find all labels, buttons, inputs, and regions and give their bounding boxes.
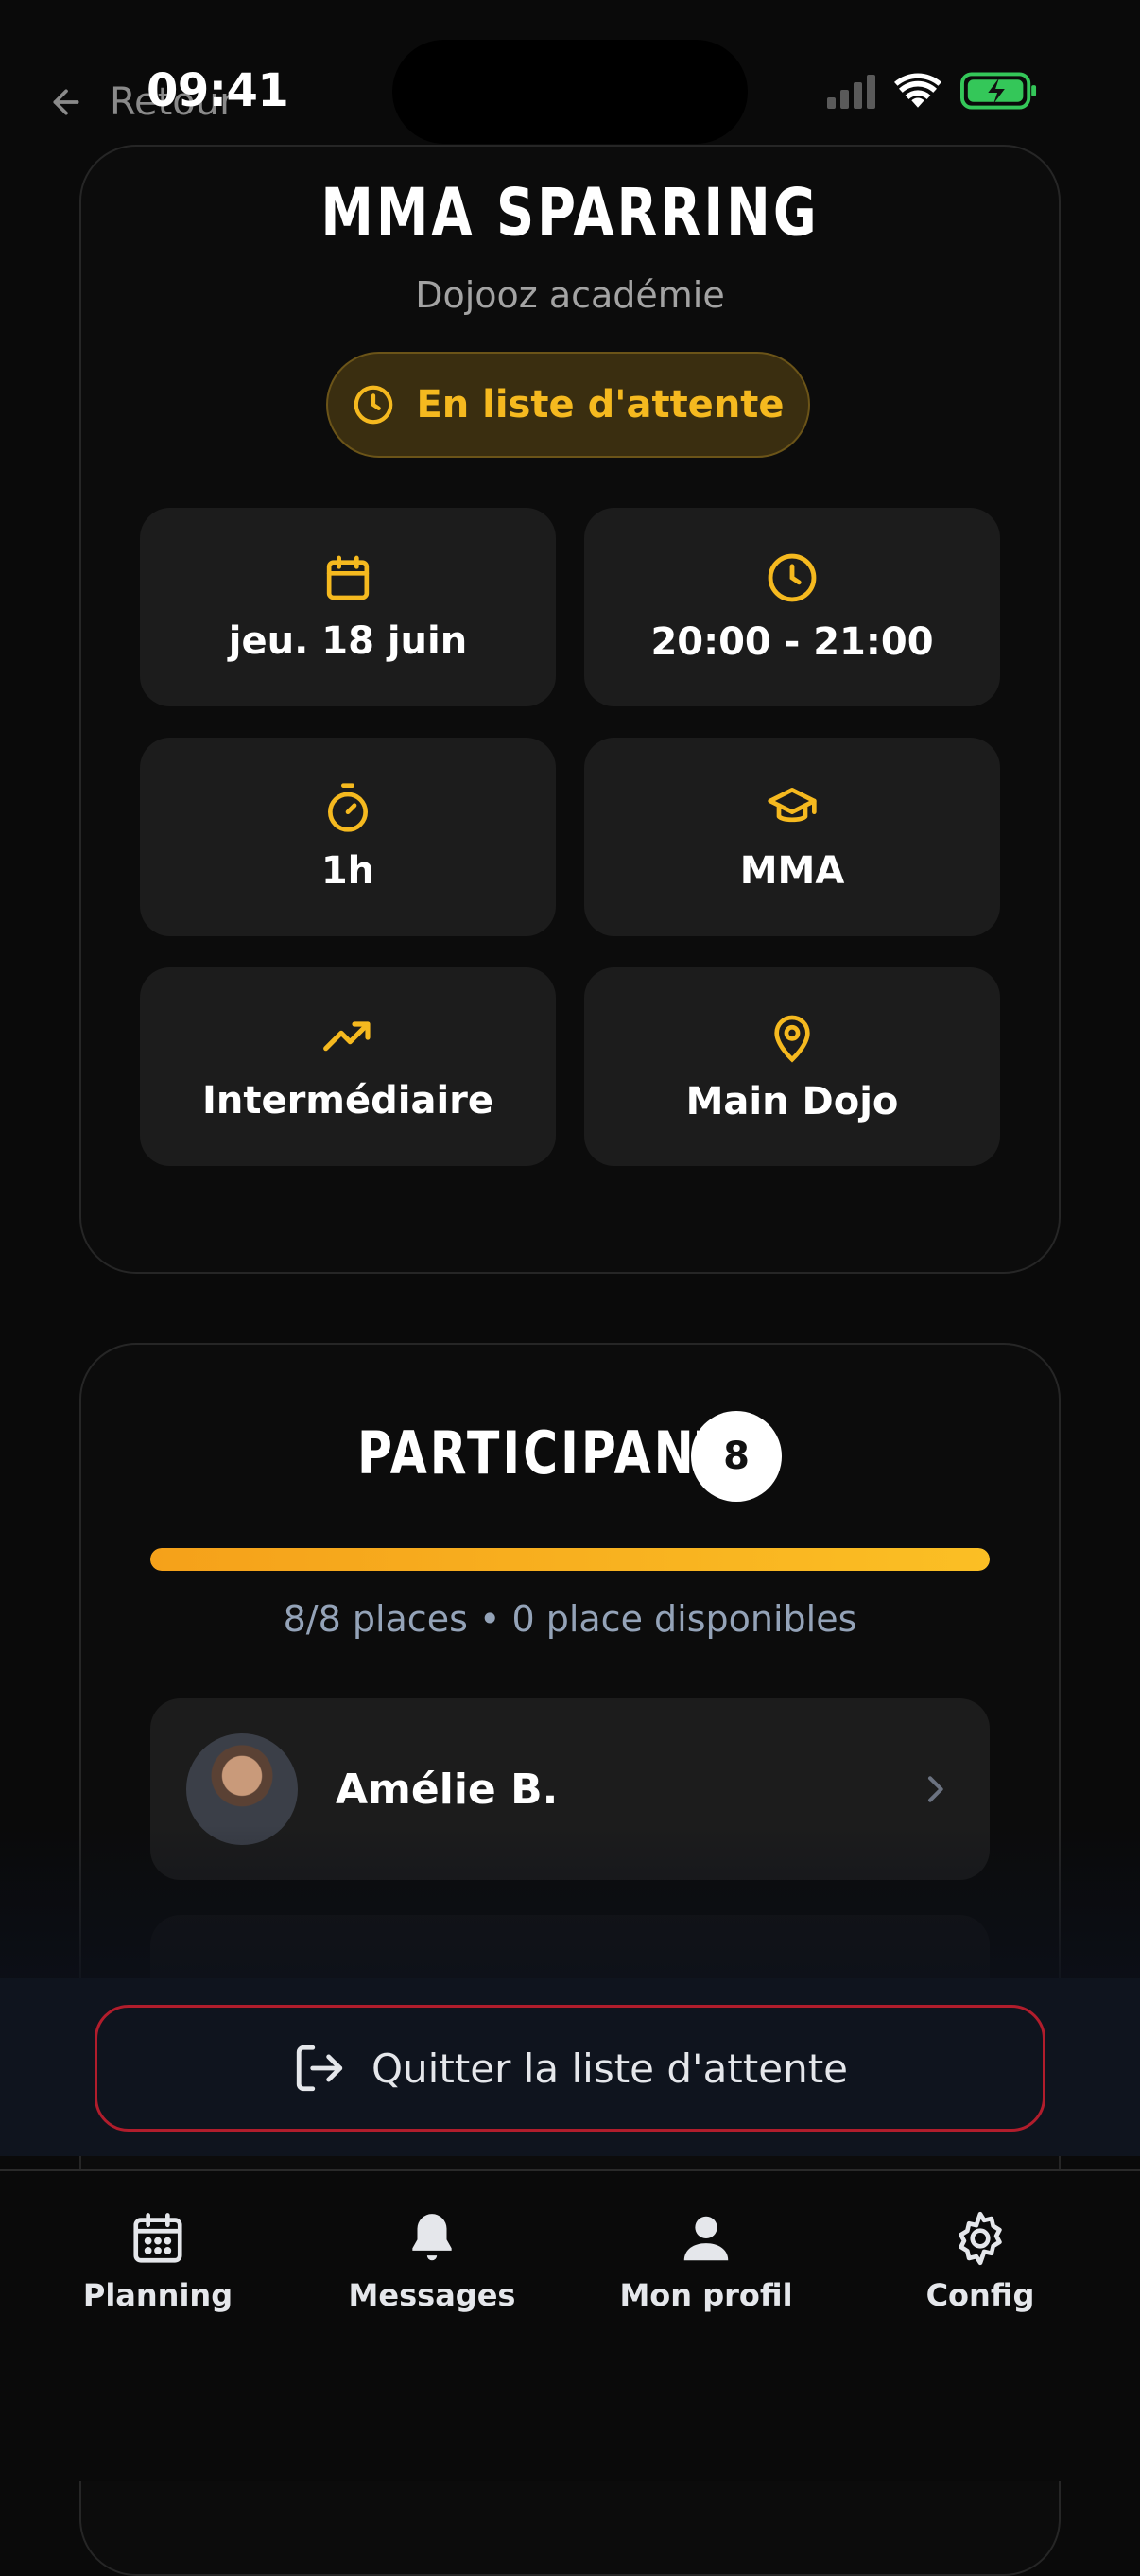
map-pin-icon [774,1015,810,1063]
discipline-value: MMA [739,849,845,893]
tab-messages[interactable]: Messages [309,2209,555,2313]
level-value: Intermédiaire [201,1079,494,1123]
gear-icon [959,2211,1002,2266]
academy-name: Dojooz académie [415,274,725,316]
tab-config[interactable]: Config [857,2209,1103,2313]
logout-icon [296,2045,343,2092]
leave-waitlist-label: Quitter la liste d'attente [371,2045,849,2092]
calendar-icon [133,2213,182,2263]
chevron-right-icon [928,1776,943,1802]
clock-icon [354,385,393,425]
tab-label: Config [925,2277,1035,2313]
status-label: En liste d'attente [416,383,785,426]
session-title: MMA SPARRING [320,173,820,252]
duration-tile: 1h [140,738,556,936]
date-tile: jeu. 18 juin [140,508,556,706]
location-value: Main Dojo [685,1080,899,1123]
location-tile: Main Dojo [584,967,1000,1166]
user-icon [683,2216,729,2261]
stopwatch-icon [328,783,368,832]
cellular-signal-icon [827,73,875,109]
dynamic-island [392,40,748,144]
arrow-left-icon [53,89,79,115]
tab-label: Planning [82,2277,233,2313]
time-value: 20:00 - 21:00 [650,620,934,664]
level-tile: Intermédiaire [140,967,556,1166]
places-text: 8/8 places • 0 place disponibles [283,1598,857,1640]
capacity-progress-bar [150,1548,990,1571]
battery-icon [960,72,1037,110]
wifi-icon [894,73,941,108]
time-tile: 20:00 - 21:00 [584,508,1000,706]
tab-profile[interactable]: Mon profil [583,2209,829,2313]
status-icons [827,72,1038,110]
tab-label: Mon profil [619,2277,793,2313]
discipline-tile: MMA [584,738,1000,936]
date-value: jeu. 18 juin [228,619,468,663]
status-time: 09:41 [147,64,289,117]
participant-name: Amélie B. [336,1765,559,1814]
tab-label: Messages [348,2277,516,2313]
participants-count-badge: 8 [691,1411,782,1502]
tab-planning[interactable]: Planning [35,2209,281,2313]
capacity-progress-fill [150,1548,990,1571]
graduation-cap-icon [768,788,817,823]
leave-waitlist-button[interactable]: Quitter la liste d'attente [95,2005,1045,2132]
waitlist-status-badge: En liste d'attente [326,352,810,458]
duration-value: 1h [320,849,375,893]
bell-icon [412,2214,452,2261]
clock-icon [768,553,817,602]
calendar-icon [326,555,370,600]
trending-up-icon [323,1021,371,1052]
